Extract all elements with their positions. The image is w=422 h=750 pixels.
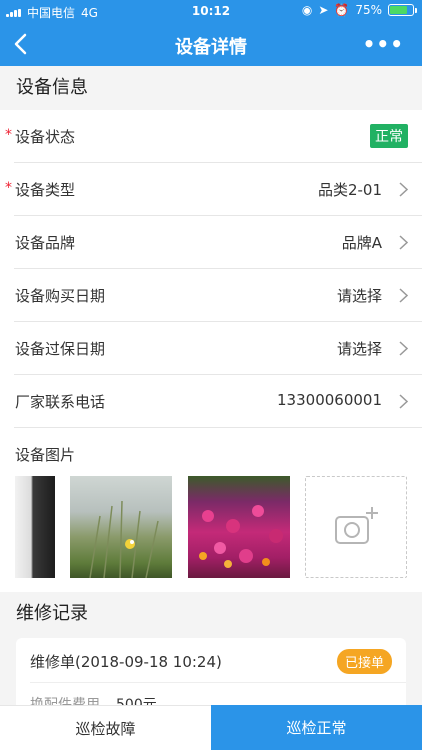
row-label: 设备类型 xyxy=(15,181,76,199)
chevron-right-icon xyxy=(399,235,408,250)
card-divider xyxy=(30,682,406,683)
page-title: 设备详情 xyxy=(175,37,247,58)
photo-thumbnail[interactable] xyxy=(188,476,290,578)
row-value: 品牌A xyxy=(341,234,382,252)
row-device-brand[interactable]: 设备品牌 品牌A xyxy=(14,216,422,269)
row-vendor-phone[interactable]: 厂家联系电话 13300060001 xyxy=(14,375,422,428)
row-value: 品类2-01 xyxy=(317,181,382,199)
battery-fill xyxy=(390,6,407,14)
location-icon: ➤ xyxy=(318,3,329,17)
add-photo-icon xyxy=(335,507,378,544)
bottom-action-bar: 巡检故障 巡检正常 xyxy=(0,705,422,750)
row-purchase-date[interactable]: 设备购买日期 请选择 xyxy=(14,269,422,322)
photo-thumbnail[interactable] xyxy=(70,476,172,578)
row-label: 设备状态 xyxy=(15,128,76,146)
required-mark: * xyxy=(5,127,12,143)
device-info-list: * 设备状态 正常 * 设备类型 品类2-01 设备品牌 品牌A 设备购买日期 … xyxy=(0,110,422,428)
row-device-status: * 设备状态 正常 xyxy=(5,110,422,163)
row-label: 设备品牌 xyxy=(15,234,76,252)
more-icon[interactable]: ••• xyxy=(363,32,404,56)
report-fault-button[interactable]: 巡检故障 xyxy=(0,705,211,750)
row-value: 13300060001 xyxy=(277,391,382,409)
alarm-icon: ⏰ xyxy=(334,3,350,17)
row-label: 厂家联系电话 xyxy=(15,393,106,411)
photo-thumbnail[interactable] xyxy=(15,476,55,578)
repair-header: 维修记录 xyxy=(0,592,422,636)
row-device-type[interactable]: * 设备类型 品类2-01 xyxy=(5,163,422,216)
photo-flowers-art xyxy=(199,505,283,568)
row-label: 设备购买日期 xyxy=(15,287,106,305)
device-info-header: 设备信息 xyxy=(0,66,422,110)
row-value: 请选择 xyxy=(336,287,382,305)
required-mark: * xyxy=(5,180,12,196)
repair-order-title: 维修单(2018-09-18 10:24) xyxy=(30,653,222,671)
orientation-lock-icon: ◉ xyxy=(301,3,313,17)
photo-grass-art xyxy=(89,500,159,578)
chevron-right-icon xyxy=(399,182,408,197)
chevron-right-icon xyxy=(399,394,408,409)
status-bar: 中国电信 4G 10:12 ◉ ➤ ⏰ 75% xyxy=(0,0,422,22)
photos-label: 设备图片 xyxy=(15,446,76,464)
row-warranty-date[interactable]: 设备过保日期 请选择 xyxy=(14,322,422,375)
row-label: 设备过保日期 xyxy=(15,340,106,358)
status-right: ◉ ➤ ⏰ 75% xyxy=(301,3,417,17)
chevron-right-icon xyxy=(399,288,408,303)
nav-bar: 设备详情 ••• xyxy=(0,22,422,66)
status-badge: 正常 xyxy=(370,124,408,148)
chevron-right-icon xyxy=(399,341,408,356)
battery-icon xyxy=(388,4,417,16)
report-normal-button[interactable]: 巡检正常 xyxy=(211,705,422,750)
row-value: 请选择 xyxy=(336,340,382,358)
add-photo-button[interactable] xyxy=(305,476,407,578)
battery-percent: 75% xyxy=(355,3,382,17)
order-status-badge: 已接单 xyxy=(336,649,392,674)
